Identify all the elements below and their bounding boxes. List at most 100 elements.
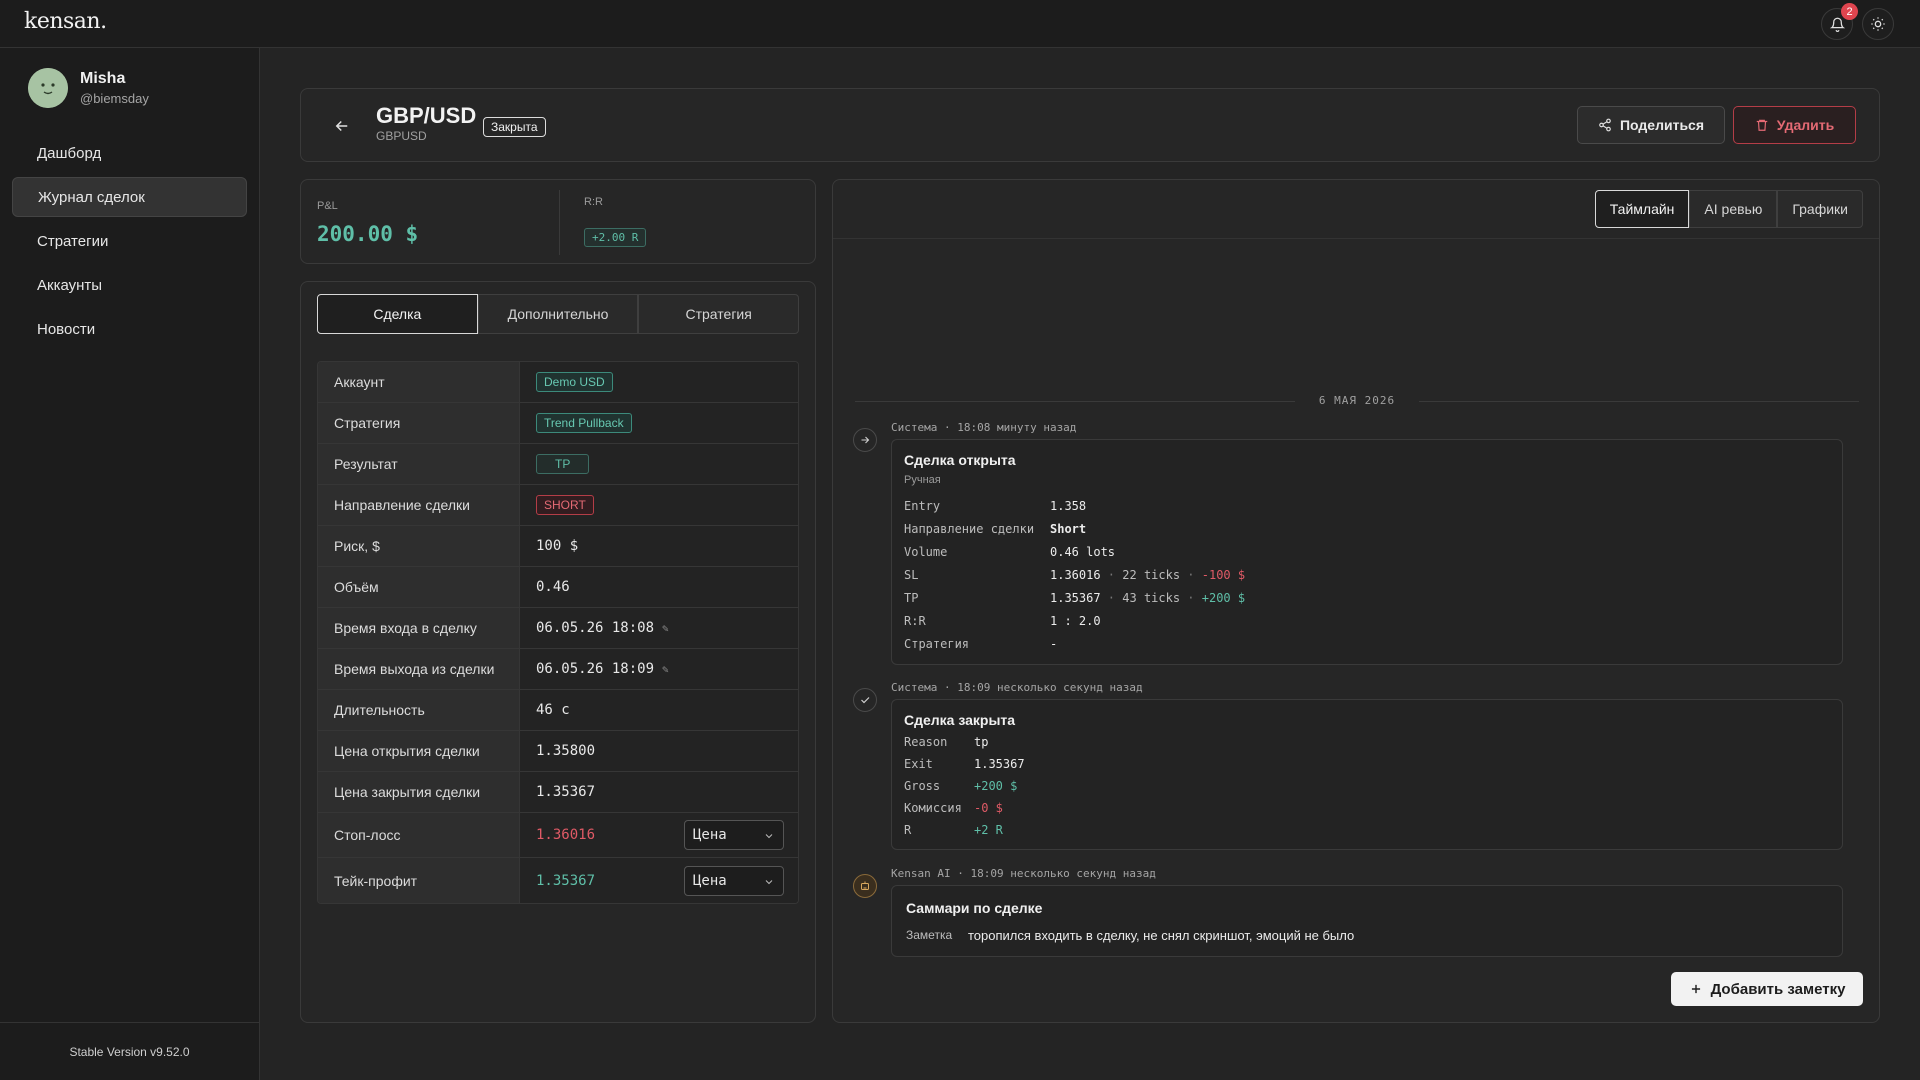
result-tag[interactable]: TP bbox=[536, 454, 590, 474]
kv-direction: Направление сделки Short bbox=[904, 522, 1087, 536]
theme-toggle-button[interactable] bbox=[1862, 8, 1894, 40]
table-row: Стратегия Trend Pullback bbox=[318, 403, 798, 444]
kv-exit: Exit 1.35367 bbox=[904, 757, 1025, 771]
event-meta: Kensan AI · 18:09 несколько секунд назад bbox=[891, 867, 1156, 880]
table-row: Время входа в сделку 06.05.26 18:08 ✎ bbox=[318, 608, 798, 649]
stop-loss-mode-select[interactable]: Цена bbox=[684, 820, 784, 850]
row-label: Стоп-лосс bbox=[318, 813, 520, 857]
close-price-value[interactable]: 1.35367 bbox=[520, 772, 798, 812]
trade-details-card: Сделка Дополнительно Стратегия Аккаунт D… bbox=[300, 281, 816, 1023]
kv-r: R +2 R bbox=[904, 823, 1003, 837]
tab-additional[interactable]: Дополнительно bbox=[477, 294, 639, 334]
entry-time-value: 06.05.26 18:08 bbox=[536, 620, 655, 636]
ai-robot-icon bbox=[853, 874, 877, 898]
chevron-down-icon bbox=[765, 834, 773, 839]
event-title: Сделка закрыта bbox=[904, 712, 1016, 728]
direction-tag[interactable]: SHORT bbox=[536, 495, 594, 515]
row-label: Цена открытия сделки bbox=[318, 731, 520, 771]
notification-badge: 2 bbox=[1841, 3, 1858, 20]
risk-value[interactable]: 100 $ bbox=[520, 526, 798, 566]
table-row: Стоп-лосс 1.36016 Цена bbox=[318, 813, 798, 858]
event-title: Сделка открыта bbox=[904, 452, 1016, 468]
timeline-card: Таймлайн AI ревью Графики 6 МАЯ 2026 Сис… bbox=[832, 179, 1880, 1023]
check-icon bbox=[853, 688, 877, 712]
kv-entry: Entry 1.358 bbox=[904, 499, 1087, 513]
details-table: Аккаунт Demo USD Стратегия Trend Pullbac… bbox=[317, 361, 799, 904]
add-note-button[interactable]: Добавить заметку bbox=[1671, 972, 1863, 1006]
pencil-icon[interactable]: ✎ bbox=[662, 663, 669, 676]
pnl-value: 200.00 $ bbox=[317, 222, 419, 246]
kv-gross: Gross +200 $ bbox=[904, 779, 1018, 793]
arrow-right-icon bbox=[853, 428, 877, 452]
trade-header: GBP/USD GBPUSD Закрыта Поделиться Удалит… bbox=[300, 88, 1880, 162]
exit-time-cell[interactable]: 06.05.26 18:09 ✎ bbox=[520, 649, 798, 689]
kv-reason: Reason tp bbox=[904, 735, 989, 749]
details-tabs: Сделка Дополнительно Стратегия bbox=[317, 294, 800, 334]
table-row: Направление сделки SHORT bbox=[318, 485, 798, 526]
take-profit-mode-select[interactable]: Цена bbox=[684, 865, 784, 896]
table-row: Время выхода из сделки 06.05.26 18:09 ✎ bbox=[318, 649, 798, 690]
share-button[interactable]: Поделиться bbox=[1577, 106, 1725, 144]
sidebar-item-trade-journal[interactable]: Журнал сделок bbox=[12, 177, 247, 217]
tab-ai-review[interactable]: AI ревью bbox=[1689, 190, 1778, 228]
select-value: Цена bbox=[693, 872, 727, 889]
table-row: Тейк-профит 1.35367 Цена bbox=[318, 858, 798, 903]
bell-icon bbox=[1829, 17, 1845, 32]
sidebar-item-news[interactable]: Новости bbox=[12, 309, 247, 349]
table-row: Цена закрытия сделки 1.35367 bbox=[318, 772, 798, 813]
sidebar: Misha @biemsday Дашборд Журнал сделок Ст… bbox=[0, 48, 260, 1080]
tab-charts[interactable]: Графики bbox=[1777, 190, 1863, 228]
back-button[interactable] bbox=[329, 113, 355, 139]
trash-icon bbox=[1756, 119, 1768, 131]
divider bbox=[833, 238, 1879, 239]
sidebar-item-accounts[interactable]: Аккаунты bbox=[12, 265, 247, 305]
plus-icon bbox=[1691, 984, 1700, 994]
avatar[interactable] bbox=[28, 68, 68, 108]
timeline-tabs: Таймлайн AI ревью Графики bbox=[1594, 190, 1863, 228]
pencil-icon[interactable]: ✎ bbox=[662, 622, 669, 635]
event-subtitle: Ручная bbox=[904, 474, 941, 486]
kv-tp: TP 1.35367 · 43 ticks · +200 $ bbox=[904, 591, 1246, 605]
divider bbox=[559, 190, 560, 255]
delete-button[interactable]: Удалить bbox=[1733, 106, 1856, 144]
pnl-label: P&L bbox=[317, 200, 338, 212]
event-title: Саммари по сделке bbox=[906, 900, 1043, 916]
event-meta: Система · 18:09 несколько секунд назад bbox=[891, 681, 1143, 694]
tab-timeline[interactable]: Таймлайн bbox=[1594, 190, 1690, 228]
add-note-label: Добавить заметку bbox=[1710, 980, 1846, 998]
date-separator: 6 МАЯ 2026 bbox=[855, 394, 1859, 408]
app-logo[interactable]: kensan. bbox=[24, 9, 107, 34]
user-name: Misha bbox=[80, 70, 126, 87]
kv-commission: Комиссия -0 $ bbox=[904, 801, 1003, 815]
table-row: Риск, $ 100 $ bbox=[318, 526, 798, 567]
event-ai-summary: Саммари по сделке Заметка торопился входи… bbox=[891, 885, 1843, 957]
row-label: Риск, $ bbox=[318, 526, 520, 566]
share-label: Поделиться bbox=[1619, 117, 1705, 133]
open-price-value[interactable]: 1.35800 bbox=[520, 731, 798, 771]
tab-strategy[interactable]: Стратегия bbox=[638, 294, 800, 334]
kv-note: Заметка торопился входить в сделку, не сн… bbox=[906, 928, 1355, 943]
strategy-tag[interactable]: Trend Pullback bbox=[536, 413, 632, 433]
row-label: Стратегия bbox=[318, 403, 520, 443]
user-handle: @biemsday bbox=[80, 91, 149, 106]
sidebar-item-dashboard[interactable]: Дашборд bbox=[12, 133, 247, 173]
kv-rr: R:R 1 : 2.0 bbox=[904, 614, 1101, 628]
row-label: Тейк-профит bbox=[318, 858, 520, 903]
select-value: Цена bbox=[693, 827, 727, 843]
rr-label: R:R bbox=[584, 196, 603, 208]
volume-value[interactable]: 0.46 bbox=[520, 567, 798, 607]
stop-loss-value[interactable]: 1.36016 bbox=[536, 827, 595, 843]
sidebar-item-strategies[interactable]: Стратегии bbox=[12, 221, 247, 261]
rr-badge: +2.00 R bbox=[584, 228, 647, 247]
pair-title: GBP/USD bbox=[376, 103, 477, 128]
notifications-button[interactable]: 2 bbox=[1821, 3, 1858, 40]
row-label: Направление сделки bbox=[318, 485, 520, 525]
duration-value: 46 с bbox=[520, 690, 798, 730]
tab-trade[interactable]: Сделка bbox=[317, 294, 478, 334]
take-profit-value[interactable]: 1.35367 bbox=[536, 873, 595, 889]
kv-strategy: Стратегия - bbox=[904, 637, 1058, 651]
event-meta: Система · 18:08 минуту назад bbox=[891, 421, 1077, 434]
kv-sl: SL 1.36016 · 22 ticks · -100 $ bbox=[904, 568, 1246, 582]
entry-time-cell[interactable]: 06.05.26 18:08 ✎ bbox=[520, 608, 798, 648]
account-tag[interactable]: Demo USD bbox=[536, 372, 613, 392]
